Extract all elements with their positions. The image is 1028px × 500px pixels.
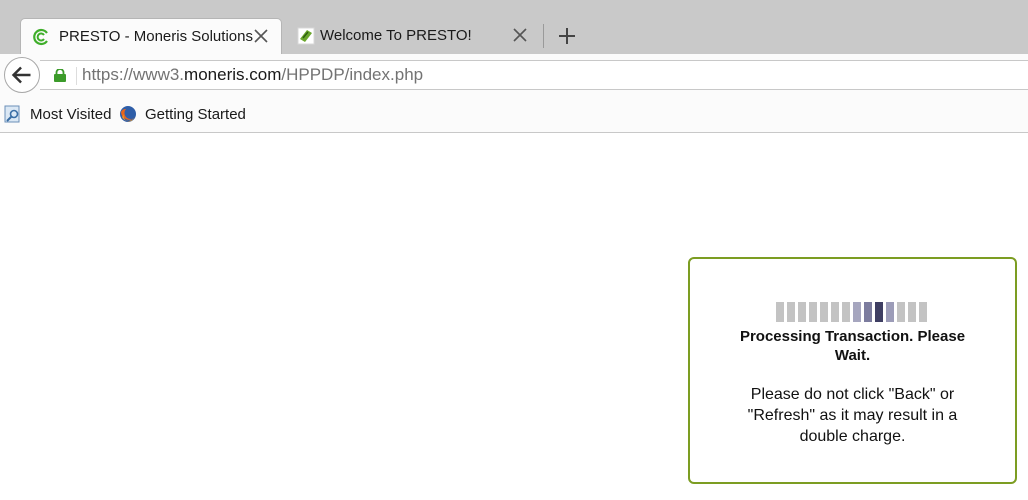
url-text[interactable]: https://www3.moneris.com/HPPDP/index.php [82,65,423,85]
loader-bar [787,302,795,322]
loader-bar [798,302,806,322]
loader-bar [897,302,905,322]
moneris-icon [33,28,48,46]
bookmark-label: Getting Started [145,105,246,123]
url-host: moneris.com [184,65,282,84]
loader-bar [886,302,894,322]
bookmark-most-visited[interactable]: Most Visited [4,104,111,124]
loader-bar [809,302,817,322]
most-visited-icon [4,105,20,123]
bookmarks-toolbar: Most Visited Getting Started [0,96,1028,133]
url-bar[interactable]: https://www3.moneris.com/HPPDP/index.php [40,60,1028,90]
bookmark-getting-started[interactable]: Getting Started [119,104,246,124]
tab-strip: PRESTO - Moneris Solutions Welcome To PR… [0,0,1028,54]
url-prefix: https://www3. [82,65,185,84]
processing-dialog: Processing Transaction. Please Wait. Ple… [688,257,1017,484]
url-path: /HPPDP/index.php [281,65,424,84]
processing-warning: Please do not click "Back" or "Refresh" … [747,386,958,445]
lock-icon[interactable] [54,69,66,82]
loader-bar [842,302,850,322]
presto-icon [297,27,315,45]
bookmark-label: Most Visited [30,105,112,123]
loading-indicator [776,302,927,322]
tab-title: PRESTO - Moneris Solutions [59,28,253,45]
tab-presto-moneris[interactable]: PRESTO - Moneris Solutions [20,18,282,54]
processing-title: Processing Transaction. Please Wait. [739,328,966,364]
loader-bar [776,302,784,322]
tab-welcome-presto[interactable]: Welcome To PRESTO! [286,18,540,54]
loader-bar [919,302,927,322]
navigation-bar: https://www3.moneris.com/HPPDP/index.php [0,54,1028,97]
tab-separator [543,24,544,48]
loader-bar [875,302,883,322]
new-tab-plus-icon[interactable] [556,26,578,46]
back-button[interactable] [4,57,40,93]
tab-title: Welcome To PRESTO! [320,27,472,44]
firefox-icon [120,106,136,122]
close-icon[interactable] [253,28,269,44]
loader-bar [864,302,872,322]
loader-bar [831,302,839,322]
loader-bar [853,302,861,322]
loader-bar [820,302,828,322]
back-arrow-icon [11,66,31,84]
loader-bar [908,302,916,322]
url-divider [76,67,77,85]
close-icon[interactable] [512,27,528,43]
